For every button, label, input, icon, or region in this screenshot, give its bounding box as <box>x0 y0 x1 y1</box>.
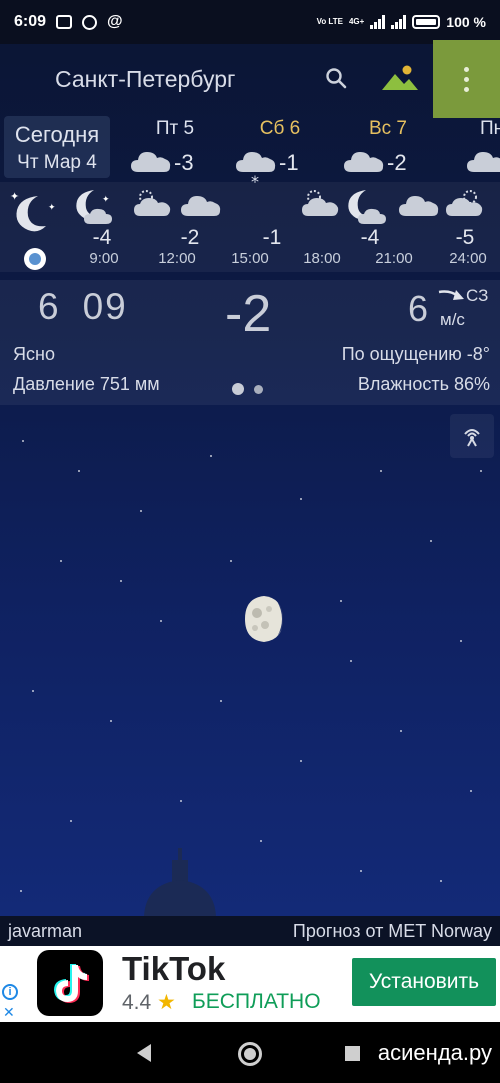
calendar-icon <box>56 15 73 29</box>
svg-text:✦: ✦ <box>10 190 19 203</box>
partly-cloudy-icon <box>302 190 339 216</box>
current-location-marker <box>24 248 46 270</box>
tiktok-logo-icon[interactable] <box>37 950 103 1016</box>
radar-button[interactable] <box>450 414 494 458</box>
ad-rating: 4.4 ★ <box>122 990 176 1015</box>
search-icon[interactable] <box>324 66 348 90</box>
day-name: Пт 5 <box>155 118 195 139</box>
city-title[interactable]: Санкт-Петербург <box>55 66 235 93</box>
daily-forecast-strip: Сегодня Чт Мар 4 Пт 5 -3 Сб 6 * -1 Вс 7 … <box>0 114 500 188</box>
day-temp: -2 <box>387 150 407 175</box>
status-time: 6:09 <box>14 13 47 30</box>
network-indicator: 4G+ <box>348 17 365 26</box>
hourly-forecast: ✦ ✦ ✦ -4 9:00 -2 12:00 -1 15:00 -4 18:00… <box>0 182 500 272</box>
current-temperature: -2 <box>225 285 272 343</box>
today-date: Чт Мар 4 <box>17 152 97 173</box>
author-name: javarman <box>8 920 83 941</box>
overflow-menu-button[interactable] <box>433 40 500 118</box>
day-item[interactable]: Вс 7 -2 <box>333 118 443 178</box>
ad-close-icon[interactable]: ✕ <box>3 1004 15 1021</box>
day-name: Сб 6 <box>259 118 301 139</box>
wind-direction: СЗ <box>466 286 489 305</box>
hour-time: 18:00 <box>303 250 341 267</box>
install-button[interactable]: Установить <box>352 958 496 1006</box>
day-name: Вс 7 <box>368 118 408 139</box>
recents-icon[interactable] <box>345 1046 360 1061</box>
day-item[interactable]: Пт 5 -3 <box>120 118 230 178</box>
hour-temp: -4 <box>360 226 380 249</box>
cloud-icon <box>467 152 500 172</box>
page-indicator <box>232 383 263 395</box>
feels-like: По ощущению -8° <box>341 344 490 364</box>
hour-temp: -5 <box>455 226 475 249</box>
ad-banner[interactable]: i ✕ TikTok 4.4 ★ БЕСПЛАТНО Установить <box>0 946 500 1022</box>
day-temp: -3 <box>174 150 194 175</box>
hour-time: 9:00 <box>89 250 119 267</box>
ad-info-icon[interactable]: i <box>2 984 18 1000</box>
star-icon: ★ <box>157 991 176 1014</box>
clock-hour: 6 <box>38 286 61 327</box>
ad-rating-value: 4.4 <box>122 991 152 1014</box>
cloud-icon <box>131 152 171 172</box>
forecast-footer: javarman Прогноз от MET Norway <box>0 916 500 946</box>
battery-level: 100 % <box>446 14 486 30</box>
svg-text:✦: ✦ <box>102 195 110 205</box>
signal-icon-2 <box>391 15 407 29</box>
signal-icon <box>370 15 386 29</box>
moon-stars-icon: ✦ ✦ <box>10 190 56 232</box>
wind-direction-icon <box>438 290 464 300</box>
pressure: Давление 751 мм <box>13 374 160 394</box>
current-time: 6 09 <box>38 286 128 328</box>
radar-icon <box>464 429 480 447</box>
day-name: Пн <box>480 118 500 139</box>
today-label: Сегодня <box>14 122 100 147</box>
day-temp: -1 <box>279 150 299 175</box>
hour-time: 24:00 <box>449 250 487 267</box>
clock-minute: 09 <box>82 286 128 327</box>
hour-time: 15:00 <box>231 250 269 267</box>
hour-temp: -1 <box>262 226 282 249</box>
app-header: Санкт-Петербург <box>0 40 500 118</box>
current-conditions-panel[interactable]: 6 09 -2 6 СЗ м/с Ясно По ощущению -8° Дав… <box>0 280 500 405</box>
cloud-icon <box>344 152 384 172</box>
moon-cloud-icon: ✦ <box>76 190 112 224</box>
svg-text:✦: ✦ <box>48 203 56 213</box>
cloud-icon <box>399 196 439 216</box>
back-icon[interactable] <box>137 1044 151 1062</box>
moon-cloud-icon <box>348 190 386 224</box>
ad-app-name: TikTok <box>122 950 226 987</box>
humidity: Влажность 86% <box>357 374 490 394</box>
day-item[interactable]: Сб 6 * -1 <box>225 118 335 188</box>
battery-icon <box>412 15 441 29</box>
hour-temp: -4 <box>92 226 112 249</box>
partly-cloudy-icon <box>446 190 483 216</box>
partly-cloudy-icon <box>134 190 171 216</box>
wind-unit: м/с <box>440 310 465 329</box>
condition-text: Ясно <box>13 344 55 364</box>
wind-speed: 6 <box>408 288 429 329</box>
cathedral-silhouette <box>144 848 216 916</box>
landscape-icon[interactable] <box>380 64 420 92</box>
cloud-icon <box>181 196 221 216</box>
status-bar: 6:09 @ Vo LTE 4G+ 100 % <box>0 0 500 44</box>
more-vert-icon <box>464 66 469 92</box>
moon-image <box>245 596 285 642</box>
day-today[interactable]: Сегодня Чт Мар 4 <box>4 116 110 178</box>
at-icon: @ <box>107 13 123 30</box>
system-nav-bar: асиенда.ру <box>0 1022 500 1083</box>
watermark: асиенда.ру <box>377 1040 492 1065</box>
day-item[interactable]: Пн <box>440 118 500 178</box>
hour-time: 12:00 <box>158 250 196 267</box>
hour-time: 21:00 <box>375 250 413 267</box>
chrome-icon <box>82 14 98 30</box>
forecast-source[interactable]: Прогноз от MET Norway <box>293 921 492 942</box>
home-icon[interactable] <box>238 1042 262 1066</box>
volte-indicator: Vo LTE <box>316 17 343 26</box>
hour-temp: -2 <box>180 226 200 249</box>
ad-price: БЕСПЛАТНО <box>192 990 321 1013</box>
